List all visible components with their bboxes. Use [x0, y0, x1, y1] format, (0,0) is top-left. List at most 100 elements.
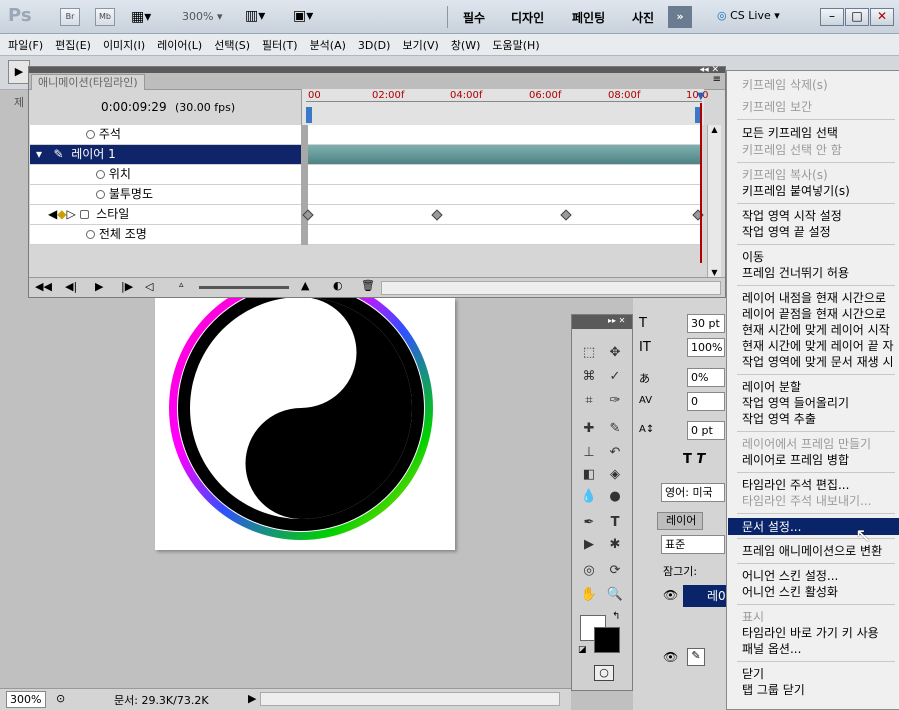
- default-colors-icon[interactable]: ◪: [578, 645, 587, 655]
- tsume-field[interactable]: 0%: [687, 368, 725, 387]
- faux-bold-icon[interactable]: T T: [683, 452, 705, 467]
- menu-item-trim-end[interactable]: 현재 시간에 맞게 레이어 끝 자: [742, 338, 894, 354]
- brush-tool-icon[interactable]: ✎: [604, 419, 626, 439]
- panel-menu-icon[interactable]: ≡: [713, 74, 721, 85]
- dodge-tool-icon[interactable]: ●: [604, 487, 626, 507]
- bridge-button[interactable]: Br: [60, 8, 80, 26]
- next-frame-icon[interactable]: |▶: [121, 280, 133, 293]
- screen-mode-icon[interactable]: ▣▾: [293, 8, 313, 24]
- first-frame-icon[interactable]: ◀◀: [35, 280, 52, 293]
- onion-skin-icon[interactable]: ◐: [333, 279, 343, 292]
- 3d-rotate-icon[interactable]: ◎: [578, 561, 600, 581]
- type-tool-icon[interactable]: T: [604, 513, 626, 533]
- doc-horizontal-scrollbar[interactable]: [260, 692, 560, 706]
- menu-item-delete-keyframe[interactable]: 키프레임 삭제(s): [742, 77, 828, 93]
- menu-layer[interactable]: 레이어(L): [151, 34, 208, 53]
- close-button[interactable]: ✕: [870, 8, 894, 26]
- menu-analysis[interactable]: 분석(A): [304, 34, 352, 53]
- layer-row-selected[interactable]: 레0: [683, 585, 726, 607]
- opacity-row[interactable]: 불투명도: [30, 185, 301, 205]
- zoom-slider[interactable]: [199, 286, 289, 289]
- baseline-field[interactable]: 0 pt: [687, 421, 725, 440]
- current-time[interactable]: 0:00:09:29: [101, 100, 167, 114]
- menu-item-lift-work-area[interactable]: 작업 영역 들어올리기: [742, 395, 849, 411]
- menu-item-split-layer[interactable]: 레이어 분할: [742, 379, 801, 395]
- time-ruler[interactable]: 00 02:00f 04:00f 06:00f 08:00f 10:0: [301, 89, 708, 125]
- cs-live-menu[interactable]: ◎ CS Live ▾: [717, 9, 780, 22]
- swap-colors-icon[interactable]: ↰: [612, 611, 620, 622]
- menu-image[interactable]: 이미지(I): [97, 34, 151, 53]
- horizontal-scrollbar[interactable]: [381, 281, 721, 295]
- minimize-button[interactable]: –: [820, 8, 844, 26]
- quick-select-icon[interactable]: ✓: [604, 367, 626, 387]
- menu-item-go-to[interactable]: 이동: [742, 249, 764, 265]
- zoom-level-field[interactable]: 300%: [6, 691, 46, 708]
- clone-stamp-icon[interactable]: ⊥: [578, 443, 600, 463]
- lighting-row[interactable]: 전체 조명: [30, 225, 301, 245]
- menu-item-copy-keyframes[interactable]: 키프레임 복사(s): [742, 167, 828, 183]
- tool-preset-icon[interactable]: ▶: [8, 60, 30, 84]
- menu-item-extract-work-area[interactable]: 작업 영역 추출: [742, 411, 816, 427]
- menu-item-trim-start[interactable]: 현재 시간에 맞게 레이어 시작: [742, 322, 890, 338]
- menu-item-onion-enable[interactable]: 어니언 스킨 활성화: [742, 584, 838, 600]
- menu-item-onion-settings[interactable]: 어니언 스킨 설정...: [742, 568, 838, 584]
- expand-arrow-icon[interactable]: ▾: [36, 147, 42, 161]
- menu-file[interactable]: 파일(F): [0, 34, 49, 53]
- vertical-scale-field[interactable]: 100%: [687, 338, 725, 357]
- keyframe[interactable]: [431, 209, 443, 221]
- delete-icon[interactable]: 🗑: [361, 279, 375, 292]
- menu-filter[interactable]: 필터(T): [256, 34, 304, 53]
- menu-item-layer-out[interactable]: 레이어 끝점을 현재 시간으로: [742, 306, 886, 322]
- position-track[interactable]: [308, 165, 700, 185]
- workspace-photo[interactable]: 사진: [632, 9, 654, 26]
- next-keyframe-icon[interactable]: ▷: [66, 207, 75, 221]
- workspace-painting[interactable]: 페인팅: [572, 9, 605, 26]
- maximize-button[interactable]: □: [845, 8, 869, 26]
- zoom-tool-icon[interactable]: 🔍: [604, 585, 626, 605]
- status-info-icon[interactable]: ⊙: [56, 692, 65, 705]
- more-workspaces-button[interactable]: »: [668, 6, 692, 28]
- shape-tool-icon[interactable]: ✱: [604, 535, 626, 555]
- stopwatch-active-icon[interactable]: [79, 210, 89, 219]
- current-time-indicator[interactable]: ▼: [697, 91, 707, 102]
- mini-bridge-button[interactable]: Mb: [95, 8, 115, 26]
- blend-mode-select[interactable]: 표준: [661, 535, 725, 554]
- vertical-scrollbar[interactable]: ▲ ▼: [707, 125, 721, 277]
- 3d-orbit-icon[interactable]: ⟳: [604, 561, 626, 581]
- menu-item-make-frames[interactable]: 레이어에서 프레임 만들기: [742, 436, 871, 452]
- eyedropper-icon[interactable]: ✑: [604, 391, 626, 411]
- path-select-icon[interactable]: ▶: [578, 535, 600, 555]
- workspace-design[interactable]: 디자인: [511, 9, 544, 26]
- background-color-swatch[interactable]: [594, 627, 620, 653]
- paint-bucket-icon[interactable]: ◈: [604, 465, 626, 485]
- opacity-track[interactable]: [308, 185, 700, 205]
- lasso-tool-icon[interactable]: ⌘: [578, 367, 600, 387]
- layer-duration-bar[interactable]: [308, 145, 700, 165]
- menu-select[interactable]: 선택(S): [208, 34, 256, 53]
- zoom-out-icon[interactable]: ▵: [179, 280, 184, 290]
- menu-view[interactable]: 보기(V): [396, 34, 444, 53]
- menu-item-set-work-end[interactable]: 작업 영역 끝 설정: [742, 224, 831, 240]
- style-row[interactable]: ◀◆▷ 스타일: [30, 205, 301, 225]
- keyframe[interactable]: [560, 209, 572, 221]
- menu-item-close[interactable]: 닫기: [742, 666, 764, 682]
- language-select[interactable]: 영어: 미국: [661, 483, 725, 502]
- quick-mask-icon[interactable]: ○: [594, 665, 614, 681]
- menu-item-show[interactable]: 표시: [742, 609, 764, 625]
- menu-item-panel-options[interactable]: 패널 옵션...: [742, 641, 801, 657]
- arrange-docs-icon[interactable]: ▥▾: [245, 8, 265, 24]
- menu-item-keyframe-interp[interactable]: 키프레임 보간: [742, 99, 812, 115]
- tracking-field[interactable]: 0: [687, 392, 725, 411]
- stopwatch-icon[interactable]: [86, 230, 95, 239]
- stopwatch-icon[interactable]: [86, 130, 95, 139]
- menu-help[interactable]: 도움말(H): [486, 34, 545, 53]
- stopwatch-icon[interactable]: [96, 190, 105, 199]
- zoom-in-icon[interactable]: ▲: [301, 279, 309, 292]
- menu-item-trim-doc[interactable]: 작업 영역에 맞게 문서 재생 시: [742, 354, 894, 370]
- work-area-start-handle[interactable]: [306, 107, 312, 123]
- comment-track[interactable]: [308, 125, 700, 145]
- hand-tool-icon[interactable]: ✋: [578, 585, 600, 605]
- pen-tool-icon[interactable]: ✒: [578, 513, 600, 533]
- prev-frame-icon[interactable]: ◀|: [65, 280, 77, 293]
- tools-collapse-icon[interactable]: ▸▸ ✕: [608, 316, 625, 325]
